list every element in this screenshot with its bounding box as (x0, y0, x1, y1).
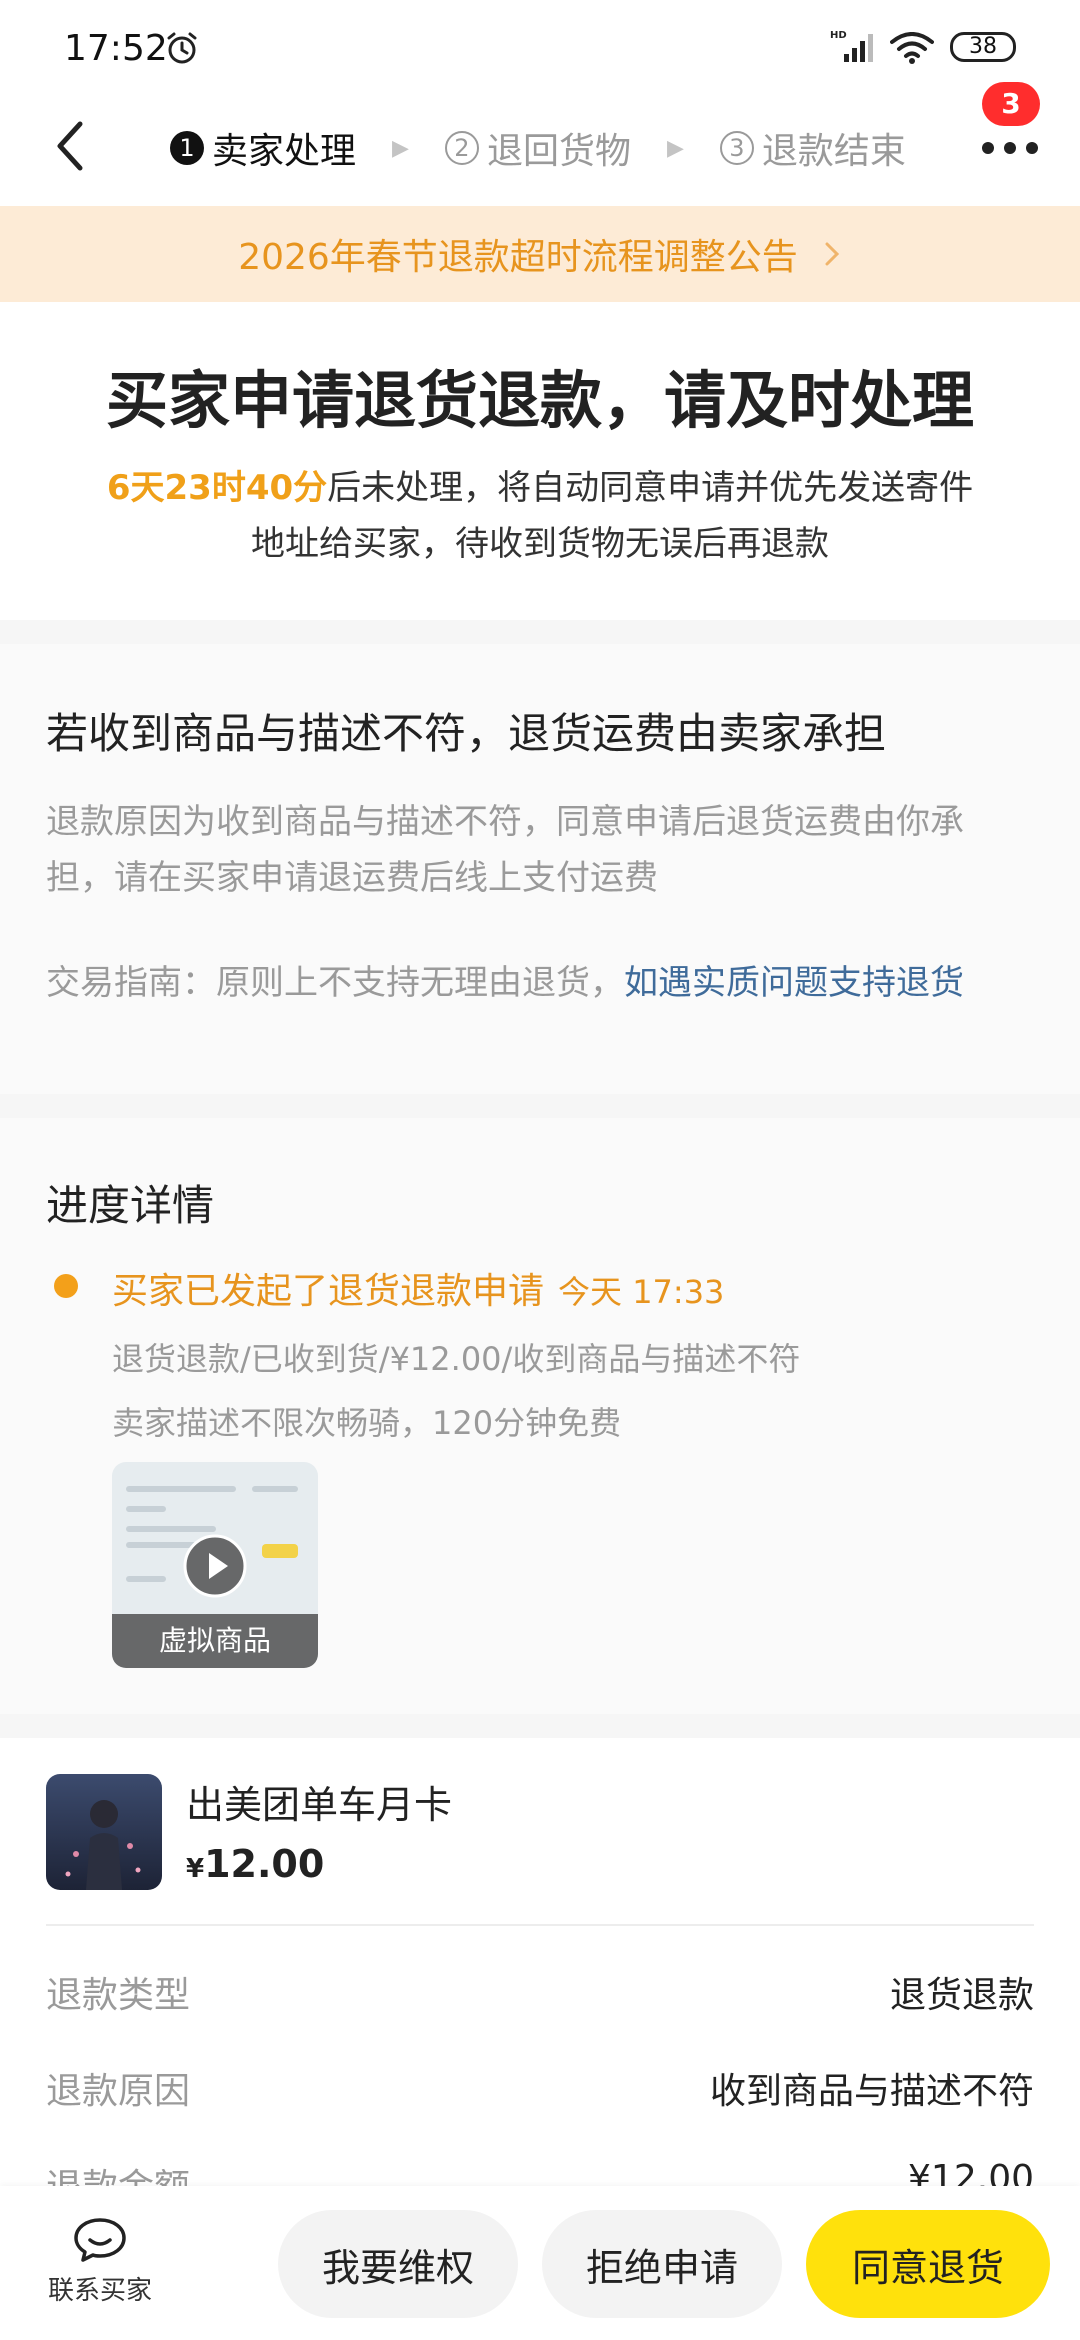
step-label: 卖家处理 (212, 131, 357, 172)
nav-bar: 1 卖家处理 ▶ 2 退回货物 ▶ 3 退款结束 3 (0, 82, 1080, 206)
video-thumbnail[interactable]: 虚拟商品 (112, 1462, 318, 1668)
chevron-right-icon (825, 242, 839, 266)
more-icon[interactable] (980, 138, 1040, 158)
battery-icon: 38 (950, 32, 1016, 62)
thumbnail-label: 虚拟商品 (112, 1614, 318, 1668)
info-value: 退货退款 (889, 1975, 1034, 2016)
step-arrow-icon: ▶ (666, 135, 684, 161)
contact-buyer-label: 联系买家 (47, 2276, 152, 2306)
product-price: ¥12.00 (186, 1842, 324, 1886)
countdown-text: 后未处理，将自动同意申请并优先发送寄件 (327, 468, 974, 508)
step-refund-done: 3 退款结束 (719, 122, 906, 174)
rights-protection-button[interactable]: 我要维权 (278, 2210, 518, 2318)
info-key: 退款原因 (46, 2071, 191, 2112)
step-label: 退款结束 (761, 131, 906, 172)
price-value: 12.00 (204, 1842, 325, 1886)
hd-signal-icon: HD (830, 30, 873, 62)
play-icon (183, 1534, 247, 1598)
product-name: 出美团单车月卡 (186, 1783, 453, 1827)
product-card: 出美团单车月卡 ¥12.00 退款类型 退货退款 退款原因 收到商品与描述不符 … (0, 1738, 1080, 2208)
divider (46, 1924, 1034, 1926)
battery-level: 38 (969, 34, 997, 59)
announcement-banner[interactable]: 2026年春节退款超时流程调整公告 (0, 206, 1080, 302)
status-bar: 17:52 HD 38 (0, 0, 1080, 90)
notice-description: 退款原因为收到商品与描述不符，同意申请后退货运费由你承担，请在买家申请退运费后线… (46, 802, 964, 898)
progress-details: 进度详情 买家已发起了退货退款申请 今天 17:33 退货退款/已收到货/¥12.… (0, 1118, 1080, 1714)
step-return-goods: 2 退回货物 (444, 122, 631, 174)
countdown-line: 6天23时40分后未处理，将自动同意申请并优先发送寄件 (0, 460, 1080, 509)
agree-return-button[interactable]: 同意退货 (806, 2210, 1050, 2318)
bottom-action-bar: 联系买家 我要维权 拒绝申请 同意退货 (0, 2186, 1080, 2340)
step-arrow-icon: ▶ (392, 135, 409, 161)
status-header: 买家申请退货退款，请及时处理 6天23时40分后未处理，将自动同意申请并优先发送… (0, 302, 1080, 620)
notice-title: 若收到商品与描述不符，退货运费由卖家承担 (46, 709, 887, 758)
trade-guide: 交易指南：原则上不支持无理由退货，如遇实质问题支持退货 (46, 960, 1026, 1006)
countdown-timer: 6天23时40分 (106, 468, 328, 508)
step-number: 1 (170, 131, 204, 165)
info-key: 退款类型 (46, 1975, 191, 2016)
chat-icon (74, 2218, 126, 2262)
product-image[interactable] (46, 1774, 162, 1890)
page-title: 买家申请退货退款，请及时处理 (105, 364, 974, 437)
notification-badge: 3 (982, 82, 1040, 126)
shipping-notice: 若收到商品与描述不符，退货运费由卖家承担 退款原因为收到商品与描述不符，同意申请… (0, 644, 1080, 1094)
info-value: 收到商品与描述不符 (709, 2071, 1034, 2112)
countdown-line-2: 地址给买家，待收到货物无误后再退款 (251, 524, 829, 564)
step-label: 退回货物 (486, 131, 631, 172)
alarm-icon (167, 32, 197, 64)
trade-guide-text: 交易指南：原则上不支持无理由退货， (46, 963, 624, 1003)
announcement-text: 2026年春节退款超时流程调整公告 (238, 237, 798, 278)
timeline-dot (54, 1274, 78, 1298)
info-row-refund-reason: 退款原因 收到商品与描述不符 (46, 2062, 1034, 2122)
progress-event-text: 买家已发起了退货退款申请 (112, 1271, 545, 1312)
back-icon[interactable] (50, 116, 90, 176)
trade-guide-link[interactable]: 如遇实质问题支持退货 (624, 963, 964, 1003)
wifi-icon (890, 32, 934, 64)
step-seller-process: 1 卖家处理 (170, 122, 356, 174)
step-number: 2 (444, 131, 479, 165)
progress-steps: 1 卖家处理 ▶ 2 退回货物 ▶ 3 退款结束 (170, 118, 906, 178)
step-number: 3 (719, 131, 754, 165)
currency-symbol: ¥ (186, 1854, 205, 1884)
progress-detail: 退货退款/已收到货/¥12.00/收到商品与描述不符 (112, 1340, 801, 1378)
info-row-refund-type: 退款类型 退货退款 (46, 1966, 1034, 2026)
status-time: 17:52 (64, 28, 168, 69)
progress-note: 卖家描述不限次畅骑，120分钟免费 (112, 1404, 622, 1442)
reject-request-button[interactable]: 拒绝申请 (542, 2210, 782, 2318)
progress-title: 进度详情 (46, 1181, 215, 1230)
progress-event: 买家已发起了退货退款申请 今天 17:33 (112, 1262, 724, 1314)
progress-event-time: 今天 17:33 (558, 1273, 725, 1311)
contact-buyer-button[interactable]: 联系买家 (30, 2206, 170, 2326)
svg-text:HD: HD (830, 30, 847, 41)
